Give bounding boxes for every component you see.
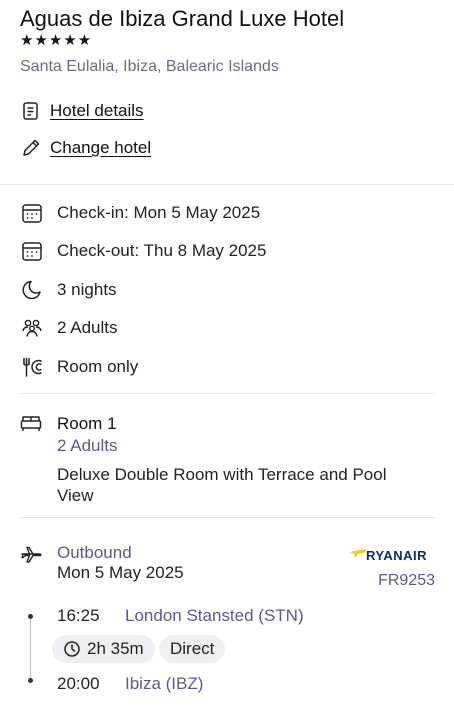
duration-text: 2h 35m xyxy=(87,639,144,658)
check-out-row: Check-out: Thu 8 May 2025 xyxy=(20,239,266,263)
moon-icon xyxy=(20,278,44,302)
guests-row: 2 Adults xyxy=(20,316,118,340)
fork-plate-icon xyxy=(20,355,44,379)
flight-number: FR9253 xyxy=(378,572,435,589)
flight-direction: Outbound xyxy=(57,543,132,562)
section-divider xyxy=(20,517,435,518)
section-divider xyxy=(20,393,435,394)
departure-time: 16:25 xyxy=(57,606,100,625)
nights-text: 3 nights xyxy=(57,280,117,299)
pencil-icon xyxy=(20,137,42,159)
harp-icon xyxy=(350,546,366,564)
calendar-icon xyxy=(20,239,44,263)
airline-name: RYANAIR xyxy=(366,547,428,563)
check-in-row: Check-in: Mon 5 May 2025 xyxy=(20,201,260,225)
hotel-name: Aguas de Ibiza Grand Luxe Hotel xyxy=(20,6,345,31)
stops-text: Direct xyxy=(170,639,215,658)
board-text: Room only xyxy=(57,357,139,376)
booking-summary: Aguas de Ibiza Grand Luxe Hotel ★★★★★ Sa… xyxy=(0,0,454,709)
plane-icon xyxy=(20,543,44,567)
duration-badge: 2h 35m xyxy=(52,635,155,663)
room-title: Room 1 xyxy=(57,414,117,433)
departure-dot xyxy=(28,614,33,619)
room-adults: 2 Adults xyxy=(57,436,118,455)
arrival-airport: Ibiza (IBZ) xyxy=(125,674,204,693)
departure-airport: London Stansted (STN) xyxy=(125,606,304,625)
hotel-details-label[interactable]: Hotel details xyxy=(50,101,144,121)
hotel-details-link[interactable]: Hotel details xyxy=(20,100,144,122)
flight-timeline xyxy=(30,616,31,682)
people-icon xyxy=(20,316,44,340)
board-row: Room only xyxy=(20,355,138,379)
flight-date: Mon 5 May 2025 xyxy=(57,563,184,582)
check-in-text: Check-in: Mon 5 May 2025 xyxy=(57,203,261,222)
change-hotel-label[interactable]: Change hotel xyxy=(50,138,151,158)
stops-badge: Direct xyxy=(159,635,226,663)
room-description: Deluxe Double Room with Terrace and Pool… xyxy=(57,465,387,505)
bed-icon xyxy=(20,413,44,437)
airline-logo: RYANAIR xyxy=(350,546,427,564)
hotel-location: Santa Eulalia, Ibiza, Balearic Islands xyxy=(20,58,279,75)
check-out-text: Check-out: Thu 8 May 2025 xyxy=(57,241,267,260)
nights-row: 3 nights xyxy=(20,278,117,302)
guests-text: 2 Adults xyxy=(57,318,118,337)
section-divider xyxy=(0,184,454,185)
clock-icon xyxy=(63,640,81,658)
document-icon xyxy=(20,100,42,122)
star-rating: ★★★★★ xyxy=(20,32,93,49)
change-hotel-link[interactable]: Change hotel xyxy=(20,137,151,159)
arrival-dot xyxy=(28,678,33,683)
calendar-icon xyxy=(20,201,44,225)
arrival-time: 20:00 xyxy=(57,674,100,693)
